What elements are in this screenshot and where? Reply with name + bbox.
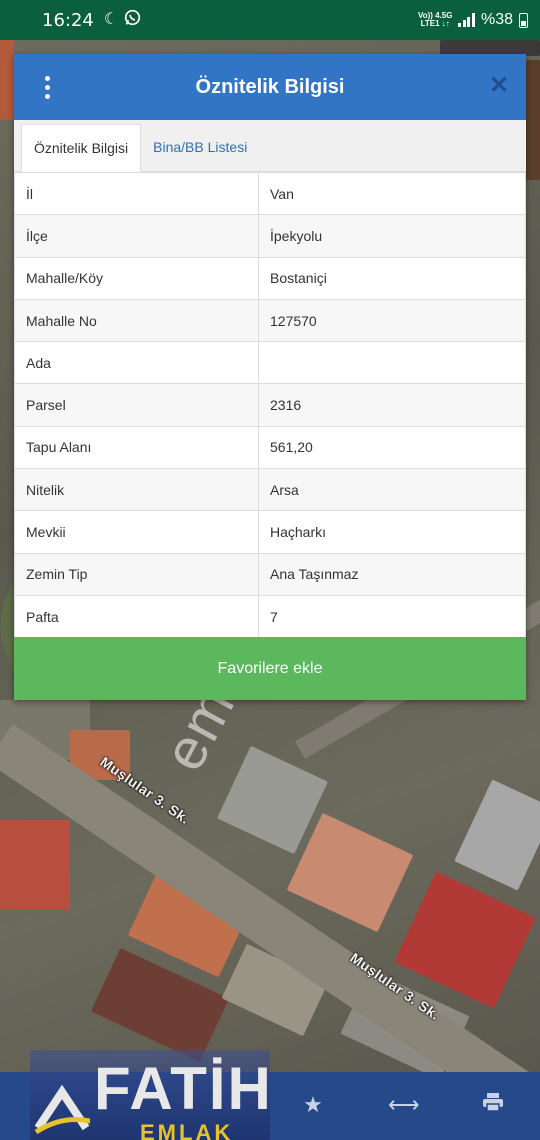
table-row: Mahalle/Köy Bostaniçi (14, 256, 526, 300)
tab-building-list[interactable]: Bina/BB Listesi (141, 123, 259, 171)
attribute-table: İl Van İlçe İpekyolu Mahalle/Köy Bostaniçi Mah… (14, 171, 526, 639)
attribute-key: Mahalle No (14, 298, 259, 343)
tab-attribute-info[interactable]: Öznitelik Bilgisi (21, 124, 142, 172)
network-indicator: Vo)) 4.5G LTE1 ↓↑ (417, 11, 453, 28)
table-row: Mevkii Haçharkı (14, 510, 526, 554)
table-row: Mahalle No 127570 (14, 298, 526, 343)
signal-icon (458, 13, 475, 27)
attribute-key: Tapu Alanı (14, 425, 259, 470)
house-logo-icon (34, 1084, 90, 1134)
do-not-disturb-icon: ☾ (103, 11, 119, 28)
table-row: Nitelik Arsa (14, 468, 526, 512)
table-row: Parsel 2316 (14, 383, 526, 427)
status-time: 16:24 (42, 9, 94, 31)
attribute-key: Mahalle/Köy (14, 256, 259, 300)
tab-bar: Öznitelik Bilgisi Bina/BB Listesi (14, 120, 526, 172)
attribute-value: Bostaniçi (258, 256, 526, 300)
battery-percent: %38 (480, 11, 513, 28)
dialog-title: Öznitelik Bilgisi (195, 75, 345, 98)
table-row: Pafta 7 (14, 594, 526, 639)
print-icon[interactable] (478, 1092, 508, 1118)
star-icon[interactable]: ★ (298, 1092, 328, 1118)
add-to-favorites-button[interactable]: Favorilere ekle (14, 637, 526, 700)
attribute-value: Ana Taşınmaz (258, 552, 526, 596)
logo-sub: EMLAK (140, 1120, 234, 1140)
attribute-key: Ada (14, 341, 259, 385)
attribute-value: İpekyolu (258, 214, 526, 258)
menu-button[interactable] (14, 54, 80, 120)
whatsapp-icon (124, 9, 141, 31)
attribute-value: 2316 (258, 383, 526, 427)
attribute-value: 7 (258, 594, 526, 639)
battery-icon (519, 12, 528, 28)
attribute-key: Zemin Tip (14, 552, 259, 596)
attribute-value: 561,20 (258, 425, 526, 470)
attribute-key: İl (14, 171, 259, 216)
table-row: Tapu Alanı 561,20 (14, 425, 526, 470)
table-row: İl Van (14, 171, 526, 216)
attribute-value: Arsa (258, 468, 526, 512)
attribute-value: Haçharkı (258, 510, 526, 554)
attribute-value (258, 341, 526, 385)
attribute-key: İlçe (14, 214, 259, 258)
fatih-emlak-logo: FATİH EMLAK (30, 1050, 273, 1140)
attribute-key: Mevkii (14, 510, 259, 554)
attribute-key: Parsel (14, 383, 259, 427)
attribute-key: Nitelik (14, 468, 259, 512)
measure-icon[interactable]: ⟷ (388, 1092, 420, 1118)
dialog-header: Öznitelik Bilgisi ✕ (14, 54, 526, 120)
close-icon: ✕ (488, 72, 510, 99)
more-vertical-icon (44, 75, 50, 99)
close-button[interactable]: ✕ (486, 73, 512, 99)
attribute-dialog: Öznitelik Bilgisi ✕ Öznitelik Bilgisi Bi… (14, 54, 526, 700)
attribute-value: 127570 (258, 298, 526, 343)
table-row: İlçe İpekyolu (14, 214, 526, 258)
attribute-value: Van (258, 171, 526, 216)
table-row: Ada (14, 341, 526, 385)
table-row: Zemin Tip Ana Taşınmaz (14, 552, 526, 596)
status-bar: 16:24 ☾ Vo)) 4.5G LTE1 ↓↑ %38 (0, 0, 540, 40)
attribute-key: Pafta (14, 594, 259, 639)
logo-brand: FATİH (94, 1055, 273, 1122)
